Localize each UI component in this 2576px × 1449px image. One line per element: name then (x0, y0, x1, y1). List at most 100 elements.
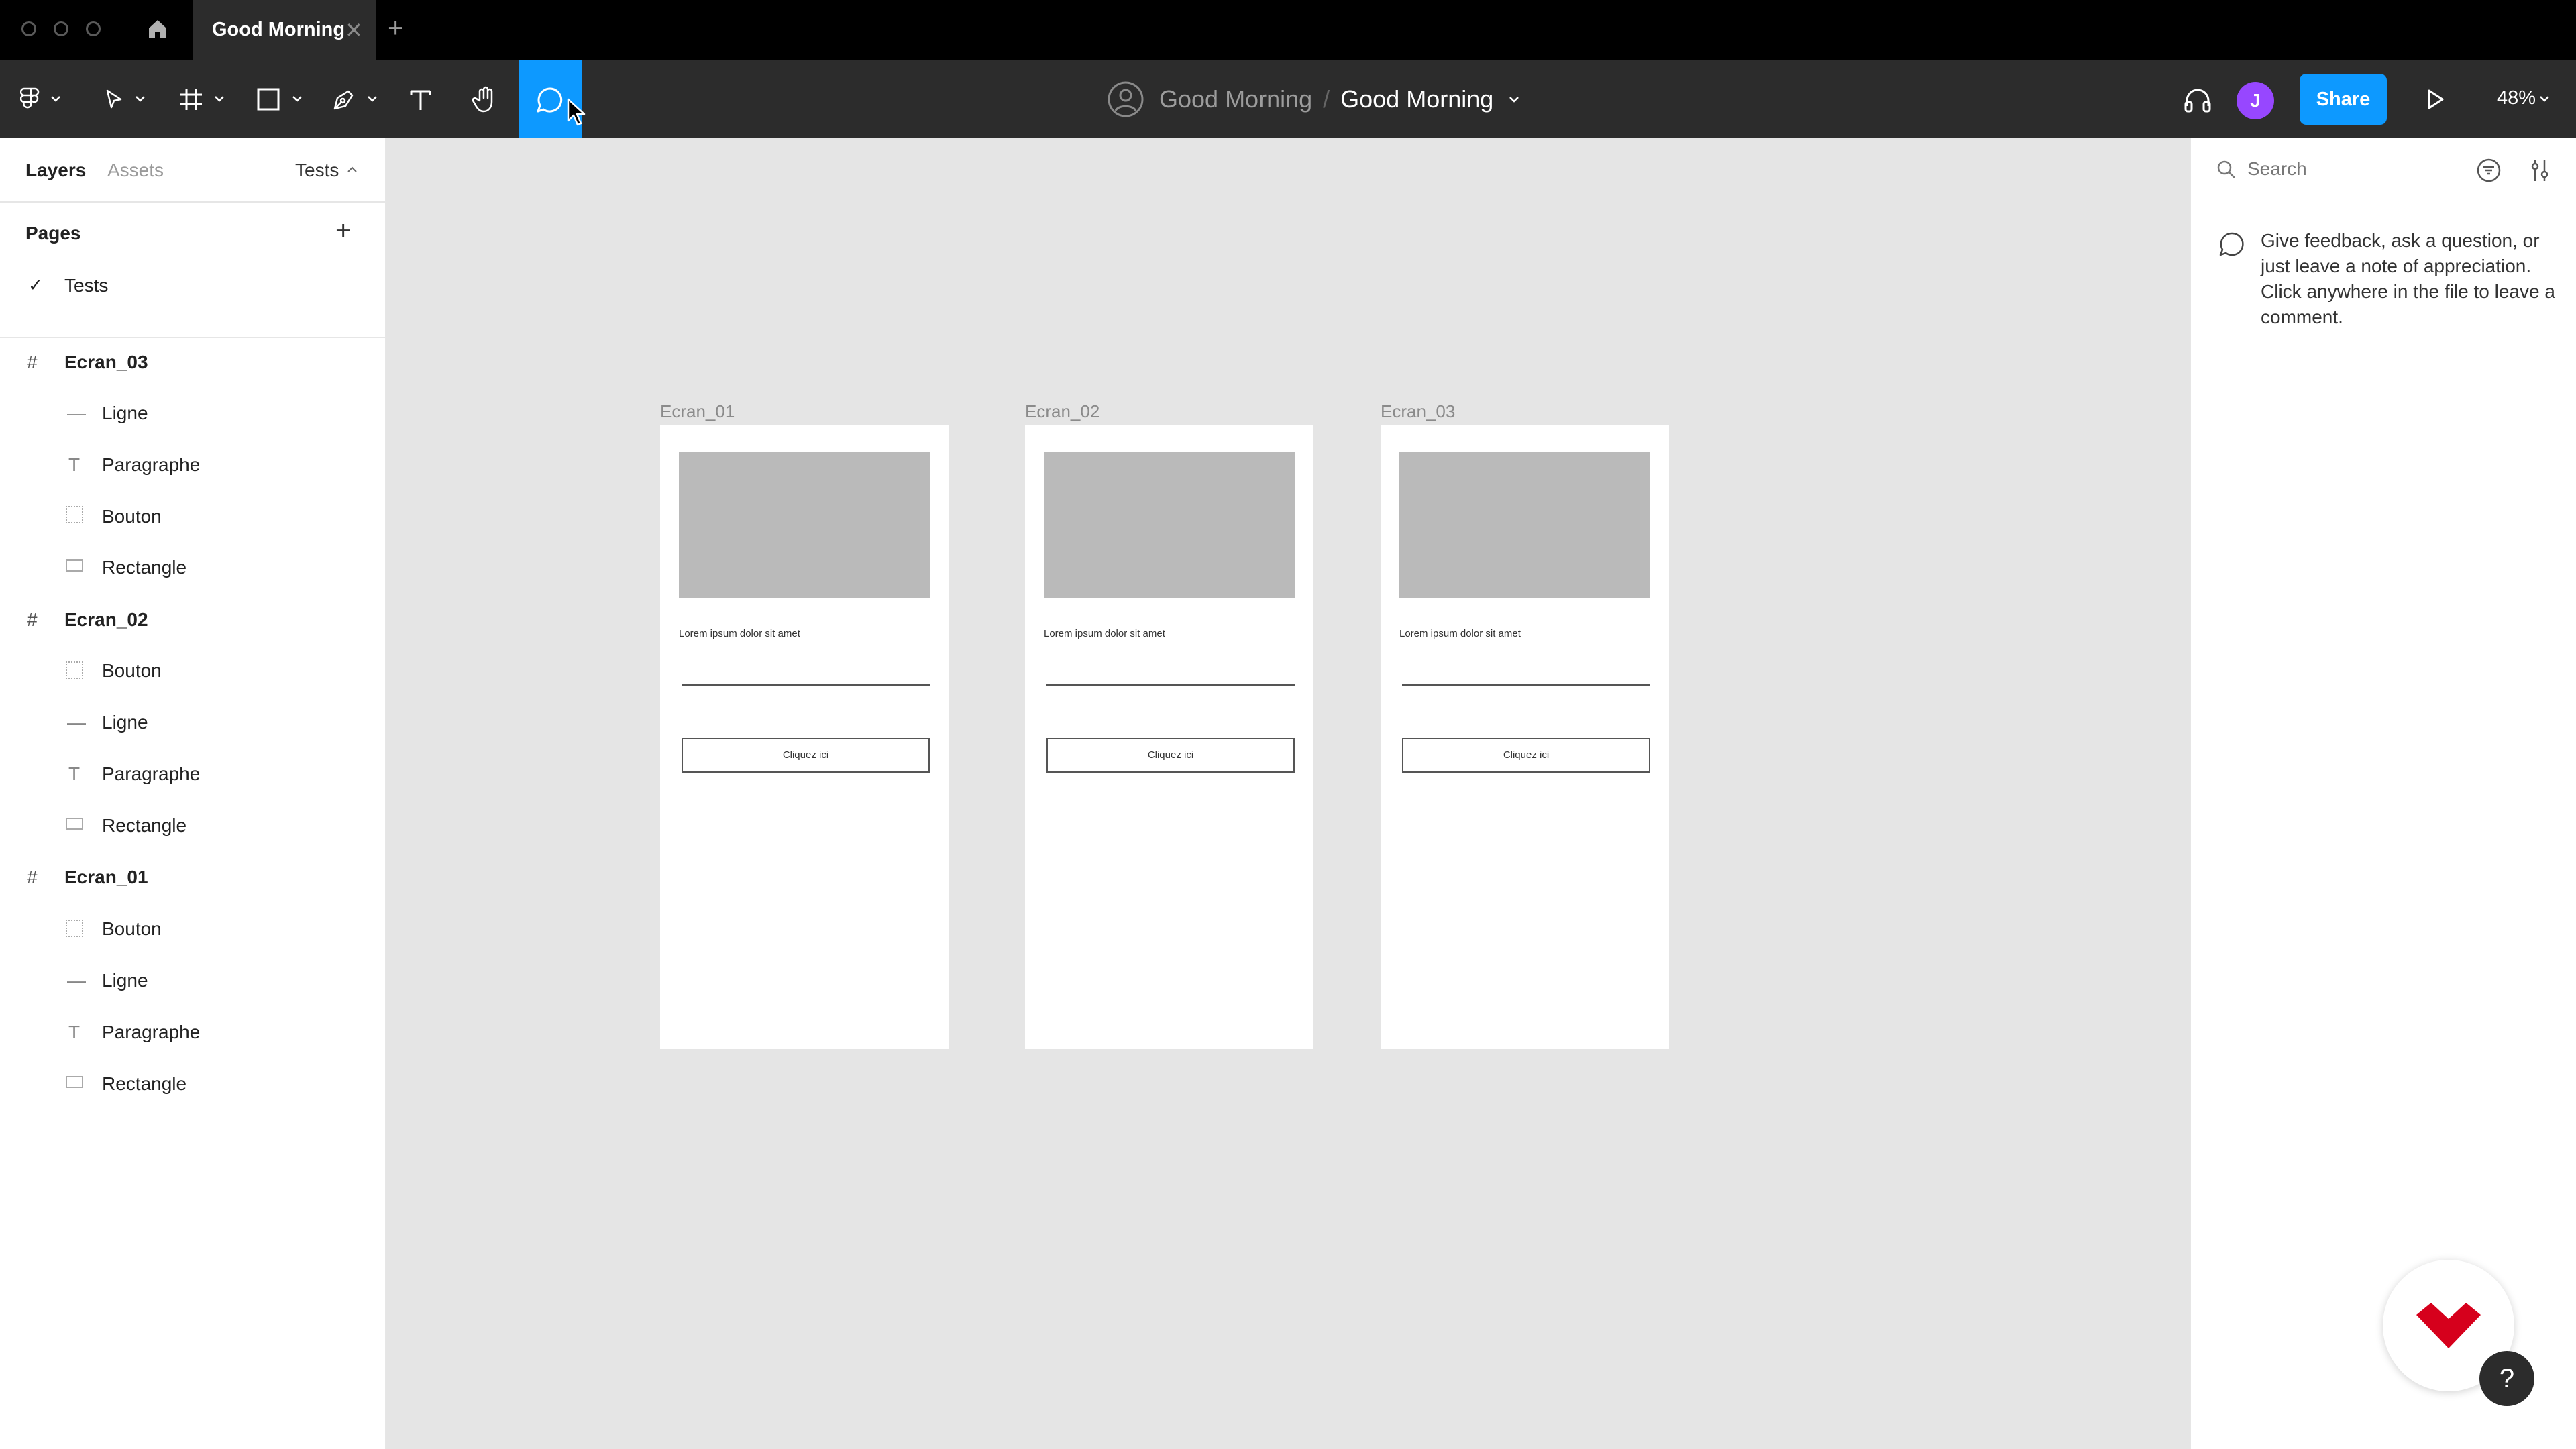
present-play-icon[interactable] (2423, 87, 2447, 111)
rectangle-tool[interactable] (254, 60, 283, 138)
chevron-up-icon[interactable] (346, 165, 358, 174)
frame-line[interactable] (1402, 684, 1650, 686)
layer-item[interactable]: Rectangle (102, 557, 186, 578)
layer-item[interactable]: Rectangle (102, 1073, 186, 1095)
text-t-icon (410, 90, 431, 110)
file-tab[interactable]: Good Morning ✕ (193, 0, 376, 60)
hand-icon (472, 86, 493, 113)
chevron-down-icon[interactable] (213, 94, 225, 103)
layer-item[interactable]: Ligne (102, 970, 148, 991)
chevron-down-icon[interactable] (134, 94, 146, 103)
frame-rectangle[interactable] (679, 452, 930, 598)
frame-line[interactable] (682, 684, 930, 686)
divider (0, 337, 386, 338)
hand-tool[interactable] (468, 60, 502, 138)
page-item-tests[interactable]: Tests (64, 275, 108, 297)
tab-assets[interactable]: Assets (107, 160, 164, 181)
layer-item[interactable]: Rectangle (102, 815, 186, 837)
brand-logo-icon (2416, 1303, 2481, 1348)
line-icon: — (67, 712, 86, 733)
figma-logo-icon (20, 87, 40, 109)
pen-tool[interactable] (329, 60, 360, 138)
comment-search-input[interactable]: Search (2247, 158, 2307, 180)
layer-frame-ecran-03[interactable]: Ecran_03 (64, 352, 148, 373)
add-page-button[interactable]: + (335, 217, 351, 244)
filter-icon[interactable] (2475, 157, 2502, 184)
breadcrumb-separator: / (1323, 85, 1330, 113)
line-icon: — (67, 970, 86, 991)
frame-paragraph[interactable]: Lorem ipsum dolor sit amet (1044, 628, 1165, 639)
comments-panel: Search Give feedback, ask a question, or… (2190, 138, 2576, 1449)
frame-hash-icon (180, 89, 202, 110)
canvas-frame-ecran-01[interactable]: Lorem ipsum dolor sit amet Cliquez ici (660, 425, 949, 1049)
frame-button[interactable]: Cliquez ici (1402, 738, 1650, 773)
frame-button[interactable]: Cliquez ici (1046, 738, 1295, 773)
frame-tool[interactable] (176, 60, 207, 138)
text-icon: T (68, 454, 80, 475)
chevron-down-icon[interactable] (50, 94, 62, 103)
chevron-down-icon[interactable] (366, 94, 378, 103)
component-icon (66, 506, 83, 523)
zoom-level[interactable]: 48% (2497, 87, 2536, 109)
window-minimize-button[interactable] (54, 21, 68, 36)
share-button[interactable]: Share (2300, 74, 2387, 125)
toolbar: Good Morning / Good Morning J Share 48% (0, 60, 2576, 138)
frame-line[interactable] (1046, 684, 1295, 686)
canvas-frame-ecran-03[interactable]: Lorem ipsum dolor sit amet Cliquez ici (1381, 425, 1669, 1049)
layer-item[interactable]: Ligne (102, 712, 148, 733)
frame-hash-icon: # (27, 609, 38, 630)
page-selector[interactable]: Tests (295, 160, 339, 181)
settings-sliders-icon[interactable] (2526, 157, 2553, 184)
check-icon: ✓ (28, 275, 43, 295)
panel-tabs: Layers Assets Tests (0, 138, 386, 203)
line-icon: — (67, 402, 86, 423)
layer-frame-ecran-02[interactable]: Ecran_02 (64, 609, 148, 631)
breadcrumb: Good Morning / Good Morning (1107, 60, 1520, 138)
chevron-down-icon[interactable] (291, 94, 303, 103)
file-name[interactable]: Good Morning (1340, 85, 1493, 113)
layer-item[interactable]: Bouton (102, 918, 162, 940)
frame-label-ecran-01[interactable]: Ecran_01 (660, 401, 735, 422)
layer-item[interactable]: Paragraphe (102, 763, 200, 785)
user-avatar-icon (1108, 81, 1144, 117)
window-maximize-button[interactable] (86, 21, 101, 36)
rectangle-icon (66, 559, 83, 572)
main-menu-button[interactable] (15, 60, 48, 138)
layer-item[interactable]: Bouton (102, 660, 162, 682)
square-icon (257, 88, 280, 111)
frame-paragraph[interactable]: Lorem ipsum dolor sit amet (679, 628, 800, 639)
chevron-down-icon[interactable] (1508, 95, 1520, 104)
collaborator-avatar[interactable]: J (2237, 82, 2274, 119)
cursor-arrow-icon (106, 89, 122, 109)
move-tool[interactable] (99, 60, 129, 138)
layer-item[interactable]: Paragraphe (102, 454, 200, 476)
headphones-icon[interactable] (2182, 85, 2214, 115)
tab-close-icon[interactable]: ✕ (345, 17, 363, 43)
canvas-frame-ecran-02[interactable]: Lorem ipsum dolor sit amet Cliquez ici (1025, 425, 1313, 1049)
pen-icon (333, 90, 354, 110)
chevron-down-icon[interactable] (2538, 94, 2551, 103)
layer-item[interactable]: Bouton (102, 506, 162, 527)
comment-bubble-icon (2219, 232, 2244, 256)
frame-hash-icon: # (27, 867, 38, 888)
new-tab-button[interactable]: + (388, 15, 403, 42)
home-icon[interactable] (146, 17, 169, 40)
text-tool[interactable] (405, 60, 436, 138)
frame-rectangle[interactable] (1044, 452, 1295, 598)
project-name[interactable]: Good Morning (1159, 85, 1312, 113)
frame-label-ecran-03[interactable]: Ecran_03 (1381, 401, 1455, 422)
tab-layers[interactable]: Layers (25, 160, 86, 181)
layer-item[interactable]: Ligne (102, 402, 148, 424)
component-icon (66, 920, 83, 937)
window-close-button[interactable] (21, 21, 36, 36)
frame-rectangle[interactable] (1399, 452, 1650, 598)
comment-tool[interactable] (519, 60, 586, 138)
frame-paragraph[interactable]: Lorem ipsum dolor sit amet (1399, 628, 1521, 639)
frame-button[interactable]: Cliquez ici (682, 738, 930, 773)
frame-label-ecran-02[interactable]: Ecran_02 (1025, 401, 1099, 422)
help-button[interactable]: ? (2479, 1351, 2534, 1406)
layer-frame-ecran-01[interactable]: Ecran_01 (64, 867, 148, 888)
layers-panel: Layers Assets Tests Pages + ✓ Tests # Ec… (0, 138, 386, 1449)
mouse-cursor-icon (567, 98, 586, 126)
layer-item[interactable]: Paragraphe (102, 1022, 200, 1043)
